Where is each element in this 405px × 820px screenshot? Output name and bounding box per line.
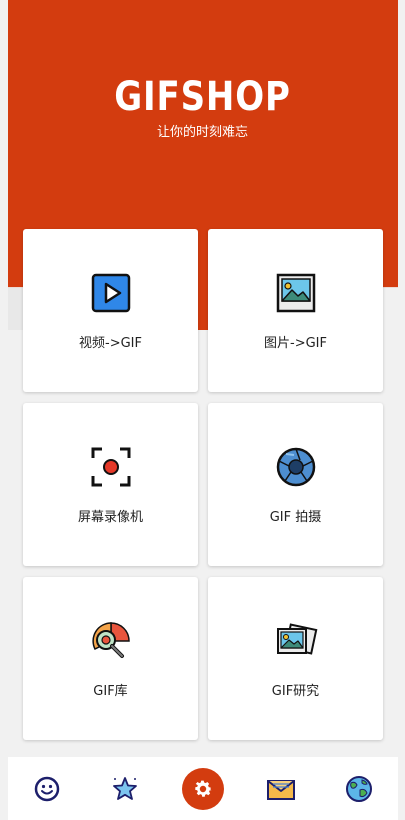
star-icon — [113, 776, 137, 800]
nav-mail-button[interactable] — [259, 767, 303, 811]
settings-active-circle — [182, 767, 224, 810]
screen-record-icon — [91, 447, 130, 487]
camera-aperture-icon — [276, 447, 315, 487]
gif-research-card[interactable]: GIF研究 — [208, 577, 383, 740]
play-video-icon — [91, 273, 130, 313]
globe-icon — [346, 775, 372, 802]
gallery-images-icon — [276, 623, 317, 655]
nav-star-button[interactable] — [103, 767, 147, 811]
gif-library-card[interactable]: GIF库 — [23, 577, 198, 740]
card-label: 视频->GIF — [79, 336, 142, 351]
picture-icon — [276, 273, 315, 313]
card-label: GIF库 — [93, 684, 128, 699]
smiley-icon — [34, 776, 60, 801]
nav-globe-button[interactable] — [337, 767, 381, 811]
gif-library-search-icon — [91, 622, 130, 658]
video-to-gif-card[interactable]: 视频->GIF — [23, 229, 198, 392]
nav-smiley-button[interactable] — [25, 767, 69, 811]
screen-recorder-card[interactable]: 屏幕录像机 — [23, 403, 198, 566]
card-label: 图片->GIF — [264, 336, 327, 351]
picture-to-gif-card[interactable]: 图片->GIF — [208, 229, 383, 392]
mail-envelope-icon — [267, 779, 295, 800]
card-label: GIF研究 — [271, 684, 320, 699]
gif-camera-card[interactable]: GIF 拍摄 — [208, 403, 383, 566]
feature-grid: 视频->GIF 图片->GIF 屏幕录像机 GIF 拍摄 GIF库 GIF研究 — [23, 229, 383, 740]
bottom-navigation — [8, 757, 398, 820]
app-subtitle: 让你的时刻难忘 — [156, 125, 248, 140]
settings-gear-icon — [195, 780, 212, 797]
app-title: GIFSHOP — [114, 74, 291, 120]
card-label: GIF 拍摄 — [269, 510, 322, 525]
nav-settings-button[interactable] — [181, 767, 225, 811]
card-label: 屏幕录像机 — [77, 510, 143, 525]
